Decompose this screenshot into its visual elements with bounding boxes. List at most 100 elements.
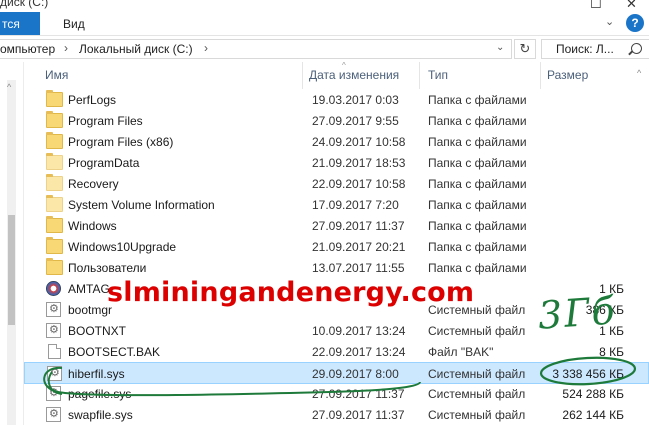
folder-icon <box>46 237 63 254</box>
system-file-icon <box>47 366 62 381</box>
file-name: System Volume Information <box>68 198 215 212</box>
list-item[interactable]: ProgramData 21.09.2017 18:53 Папка с фай… <box>24 152 649 174</box>
file-date: 27.09.2017 11:37 <box>312 387 405 401</box>
list-item[interactable]: swapfile.sys 27.09.2017 11:37 Системный … <box>24 404 649 425</box>
folder-icon <box>46 111 63 128</box>
title-bar: диск (C:) ☐ ✕ <box>0 0 649 12</box>
refresh-button[interactable]: ↻ <box>514 39 536 59</box>
folder-icon <box>46 90 63 107</box>
file-size: 8 КБ <box>599 345 624 359</box>
address-dropdown-icon[interactable]: ⌄ <box>496 42 504 53</box>
file-icon <box>48 344 61 359</box>
address-bar[interactable]: омпьютер › Локальный диск (C:) › ⌄ <box>0 39 512 59</box>
file-date: 29.09.2017 8:00 <box>312 367 399 381</box>
file-date: 13.07.2017 11:55 <box>312 261 405 275</box>
list-scroll-up-icon[interactable]: ^ <box>637 68 641 78</box>
column-divider[interactable] <box>419 62 420 89</box>
hidden-folder-icon <box>46 153 63 170</box>
list-item[interactable]: BOOTSECT.BAK 22.09.2017 13:24 Файл "BAK"… <box>24 341 649 363</box>
folder-icon <box>46 216 63 233</box>
help-icon[interactable]: ? <box>626 14 644 32</box>
list-item[interactable]: Windows 27.09.2017 11:37 Папка с файлами <box>24 215 649 237</box>
expand-ribbon-icon[interactable]: ⌄ <box>605 15 621 31</box>
breadcrumb-local-disk[interactable]: Локальный диск (C:) <box>79 42 193 56</box>
column-divider[interactable] <box>302 62 303 89</box>
amtag-icon <box>46 281 61 296</box>
list-item[interactable]: Program Files (x86) 24.09.2017 10:58 Пап… <box>24 131 649 153</box>
file-type: Папка с файлами <box>428 93 527 107</box>
file-date: 27.09.2017 11:37 <box>312 408 405 422</box>
file-date: 17.09.2017 7:20 <box>312 198 399 212</box>
file-type: Папка с файлами <box>428 135 527 149</box>
file-type: Папка с файлами <box>428 198 527 212</box>
file-date: 27.09.2017 11:37 <box>312 219 405 233</box>
scroll-up-icon[interactable]: ^ <box>7 82 11 92</box>
list-item[interactable]: Пользователи 13.07.2017 11:55 Папка с фа… <box>24 257 649 279</box>
file-type: Папка с файлами <box>428 261 527 275</box>
file-date: 10.09.2017 13:24 <box>312 324 406 338</box>
system-file-icon <box>46 323 61 338</box>
navigation-scrollbar-thumb[interactable] <box>8 215 15 325</box>
system-file-icon <box>46 386 61 401</box>
search-icon[interactable] <box>631 43 642 54</box>
watermark: slminingandenergy.com <box>107 277 475 308</box>
file-type: Папка с файлами <box>428 240 527 254</box>
list-item[interactable]: Program Files 27.09.2017 9:55 Папка с фа… <box>24 110 649 132</box>
file-size: 262 144 КБ <box>562 408 624 422</box>
maximize-icon[interactable]: ☐ <box>590 0 602 12</box>
file-date: 21.09.2017 20:21 <box>312 240 406 254</box>
file-date: 21.09.2017 18:53 <box>312 156 406 170</box>
file-list: PerfLogs 19.03.2017 0:03 Папка с файлами… <box>24 89 649 425</box>
file-name: BOOTSECT.BAK <box>68 345 161 359</box>
search-placeholder: Поиск: Л... <box>556 42 614 56</box>
hidden-folder-icon <box>46 195 63 212</box>
list-item[interactable]: System Volume Information 17.09.2017 7:2… <box>24 194 649 216</box>
column-divider[interactable] <box>540 62 541 89</box>
file-name: Recovery <box>68 177 119 191</box>
column-date[interactable]: Дата изменения <box>309 68 399 82</box>
file-type: Системный файл <box>428 387 526 401</box>
column-name[interactable]: Имя <box>45 68 68 82</box>
file-type: Системный файл <box>428 324 526 338</box>
column-size[interactable]: Размер <box>547 68 588 82</box>
file-type: Файл "BAK" <box>428 345 494 359</box>
tab-share[interactable]: тся <box>0 12 40 35</box>
file-type: Папка с файлами <box>428 219 527 233</box>
folder-icon <box>46 258 63 275</box>
file-type: Системный файл <box>428 367 526 381</box>
file-name: bootmgr <box>68 303 113 317</box>
hidden-folder-icon <box>46 174 63 191</box>
system-file-icon <box>46 302 61 317</box>
handwritten-size-note: 3Гб <box>536 288 618 338</box>
file-name: Program Files (x86) <box>68 135 174 149</box>
breadcrumb-computer[interactable]: омпьютер <box>0 42 55 56</box>
list-item[interactable]: Windows10Upgrade 21.09.2017 20:21 Папка … <box>24 236 649 258</box>
file-date: 22.09.2017 13:24 <box>312 345 406 359</box>
file-name: ProgramData <box>68 156 140 170</box>
list-item[interactable]: pagefile.sys 27.09.2017 11:37 Системный … <box>24 383 649 405</box>
list-item-selected[interactable]: hiberfil.sys 29.09.2017 8:00 Системный ф… <box>24 362 649 384</box>
tab-view[interactable]: Вид <box>63 17 85 31</box>
system-file-icon <box>46 407 61 422</box>
file-name: Windows <box>68 219 117 233</box>
close-icon[interactable]: ✕ <box>626 0 637 12</box>
ribbon: тся Вид ⌄ ? <box>0 12 649 36</box>
address-row: омпьютер › Локальный диск (C:) › ⌄ ↻ Пои… <box>0 36 649 62</box>
file-size: 3 338 456 КБ <box>552 367 624 381</box>
file-name: PerfLogs <box>68 93 117 107</box>
file-name: Windows10Upgrade <box>68 240 177 254</box>
column-type[interactable]: Тип <box>428 68 448 82</box>
breadcrumb-separator[interactable]: › <box>204 41 208 55</box>
file-date: 27.09.2017 9:55 <box>312 114 399 128</box>
search-input[interactable]: Поиск: Л... <box>541 39 649 59</box>
file-size: 524 288 КБ <box>562 387 624 401</box>
list-item[interactable]: Recovery 22.09.2017 10:58 Папка с файлам… <box>24 173 649 195</box>
file-type: Системный файл <box>428 408 526 422</box>
list-item[interactable]: PerfLogs 19.03.2017 0:03 Папка с файлами <box>24 89 649 111</box>
file-name: Пользователи <box>68 261 147 275</box>
file-name: BOOTNXT <box>68 324 127 338</box>
breadcrumb-separator[interactable]: › <box>64 41 68 55</box>
file-date: 22.09.2017 10:58 <box>312 177 406 191</box>
file-type: Папка с файлами <box>428 156 527 170</box>
folder-icon <box>46 132 63 149</box>
